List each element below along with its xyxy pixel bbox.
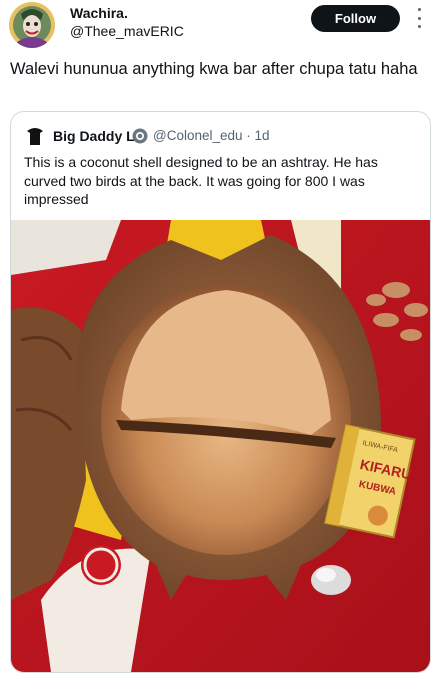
author-avatar[interactable] [9,2,55,48]
follow-button[interactable]: Follow [311,5,400,32]
coconut-ashtray-photo[interactable]: KIFARU KUBWA ILIWA-FIFA [11,220,430,672]
quote-author-name[interactable]: Big Daddy L [53,128,135,144]
author-handle[interactable]: @Thee_mavERIC [70,23,184,39]
quote-author-handle-time[interactable]: @Colonel_edu · 1d [153,128,270,143]
quote-text: This is a coconut shell designed to be a… [24,154,378,207]
verified-icon [132,128,148,144]
tweet-text: Walevi hununua anything kwa bar after ch… [10,60,418,78]
joker-avatar-icon [9,2,55,48]
author-name[interactable]: Wachira. [70,5,128,21]
quoted-tweet-card[interactable]: Big Daddy L @Colonel_edu · 1d This is a … [10,111,431,673]
more-vertical-icon[interactable] [414,8,424,28]
quote-avatar-icon[interactable] [24,125,46,147]
